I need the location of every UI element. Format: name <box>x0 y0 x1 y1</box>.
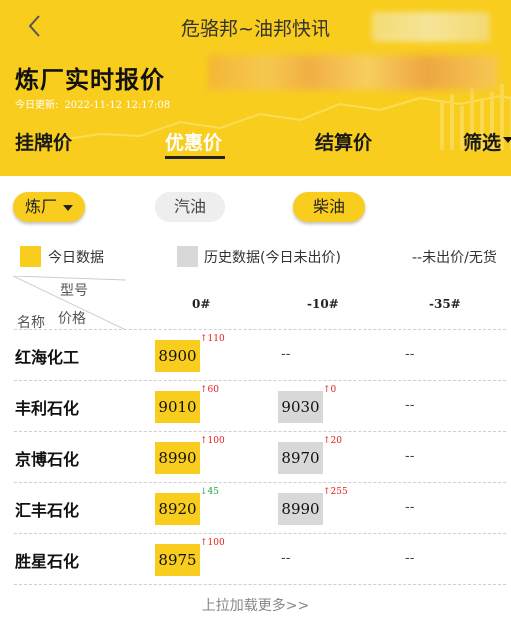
price-change: ↓45 <box>200 487 219 497</box>
price-change-value: 20 <box>330 436 342 446</box>
tab-filter[interactable]: 筛选 <box>463 128 511 155</box>
price-change-value: 255 <box>330 487 348 497</box>
price-cell: 8920 <box>155 493 200 525</box>
no-price-dash: -- <box>281 347 291 362</box>
price-change-value: 60 <box>207 385 219 395</box>
price-cell: 8900 <box>155 340 200 372</box>
table-row[interactable]: 京博石化 8990 ↑100 8970 ↑20 -- <box>14 431 506 482</box>
legend-history: 历史数据(今日未出价) <box>204 250 341 266</box>
no-price-dash: -- <box>405 500 415 515</box>
price-cell: 8970 <box>278 442 323 474</box>
price-cell: 8990 <box>155 442 200 474</box>
caret-down-icon <box>503 137 511 143</box>
price-cell: 9030 <box>278 391 323 423</box>
arrow-down-icon: ↓ <box>200 487 208 497</box>
arrow-up-icon: ↑ <box>200 385 208 395</box>
arrow-up-icon: ↑ <box>200 436 208 446</box>
row-divider <box>14 584 506 585</box>
price-change-value: 110 <box>207 334 225 344</box>
price-change-value: 0 <box>330 385 337 395</box>
price-cell: 8975 <box>155 544 200 576</box>
refinery-name: 丰利石化 <box>15 399 80 418</box>
blurred-overlay <box>208 55 498 90</box>
header-model: 型号 <box>60 283 88 299</box>
update-info: 今日更新: 2022-11-12 12:17:08 <box>15 96 170 111</box>
top-bar: 危骆邦~油邦快讯 <box>0 0 511 52</box>
no-price-dash: -- <box>281 551 291 566</box>
diesel-button[interactable]: 柴油 <box>293 192 365 222</box>
refinery-dropdown[interactable]: 炼厂 <box>13 192 85 222</box>
tab-discount-price[interactable]: 优惠价 <box>165 128 222 155</box>
table-row[interactable]: 丰利石化 9010 ↑60 9030 ↑0 -- <box>14 380 506 431</box>
price-change: ↑110 <box>200 334 225 344</box>
arrow-up-icon: ↑ <box>200 334 208 344</box>
legend-today: 今日数据 <box>48 250 104 266</box>
price-cell: 9010 <box>155 391 200 423</box>
price-change: ↑0 <box>323 385 336 395</box>
refinery-name: 红海化工 <box>15 348 80 367</box>
refinery-name: 胜星石化 <box>15 552 80 571</box>
product-filters: 炼厂 汽油 柴油 <box>0 186 511 228</box>
price-change-value: 45 <box>207 487 219 497</box>
column-header-minus35: -35# <box>429 297 461 311</box>
tab-settlement-price[interactable]: 结算价 <box>315 128 372 155</box>
refinery-label: 炼厂 <box>24 197 57 216</box>
price-change-value: 100 <box>207 436 225 446</box>
column-header-minus10: -10# <box>307 297 339 311</box>
no-price-dash: -- <box>405 449 415 464</box>
tab-listed-price[interactable]: 挂牌价 <box>15 128 72 155</box>
price-cell: 8990 <box>278 493 323 525</box>
table-row[interactable]: 汇丰石化 8920 ↓45 8990 ↑255 -- <box>14 482 506 533</box>
price-tabs: 挂牌价 优惠价 结算价 筛选 <box>0 126 511 162</box>
history-swatch <box>177 246 198 267</box>
refinery-name: 京博石化 <box>15 450 80 469</box>
table-header: 型号 价格 名称 0# -10# -35# <box>0 274 511 331</box>
no-price-dash: -- <box>405 398 415 413</box>
header: 危骆邦~油邦快讯 炼厂实时报价 今日更新: 2022-11-12 12:17:08… <box>0 0 511 176</box>
filter-label: 筛选 <box>463 132 502 154</box>
active-tab-indicator <box>165 156 225 159</box>
price-change: ↑255 <box>323 487 348 497</box>
blurred-overlay <box>372 12 490 42</box>
caret-down-icon <box>63 204 73 211</box>
arrow-up-icon: ↑ <box>323 487 331 497</box>
update-label: 今日更新: <box>15 100 59 111</box>
arrow-up-icon: ↑ <box>200 538 208 548</box>
load-more[interactable]: 上拉加载更多>> <box>0 595 511 615</box>
arrow-up-icon: ↑ <box>323 436 331 446</box>
arrow-up-icon: ↑ <box>323 385 331 395</box>
price-change: ↑60 <box>200 385 219 395</box>
price-change: ↑100 <box>200 538 225 548</box>
page-title: 炼厂实时报价 <box>15 66 165 94</box>
today-swatch <box>20 246 41 267</box>
price-change: ↑100 <box>200 436 225 446</box>
column-header-0: 0# <box>192 297 211 311</box>
legend-none: --未出价/无货 <box>412 250 497 266</box>
refinery-name: 汇丰石化 <box>15 501 80 520</box>
gasoline-button[interactable]: 汽油 <box>155 192 225 222</box>
price-change-value: 100 <box>207 538 225 548</box>
legend: 今日数据 历史数据(今日未出价) --未出价/无货 <box>0 244 511 270</box>
no-price-dash: -- <box>405 347 415 362</box>
no-price-dash: -- <box>405 551 415 566</box>
table-row[interactable]: 红海化工 8900 ↑110 -- -- <box>14 329 506 380</box>
price-change: ↑20 <box>323 436 342 446</box>
update-time: 2022-11-12 12:17:08 <box>64 100 171 111</box>
header-price: 价格 <box>58 311 86 327</box>
table-row[interactable]: 胜星石化 8975 ↑100 -- -- <box>14 533 506 584</box>
